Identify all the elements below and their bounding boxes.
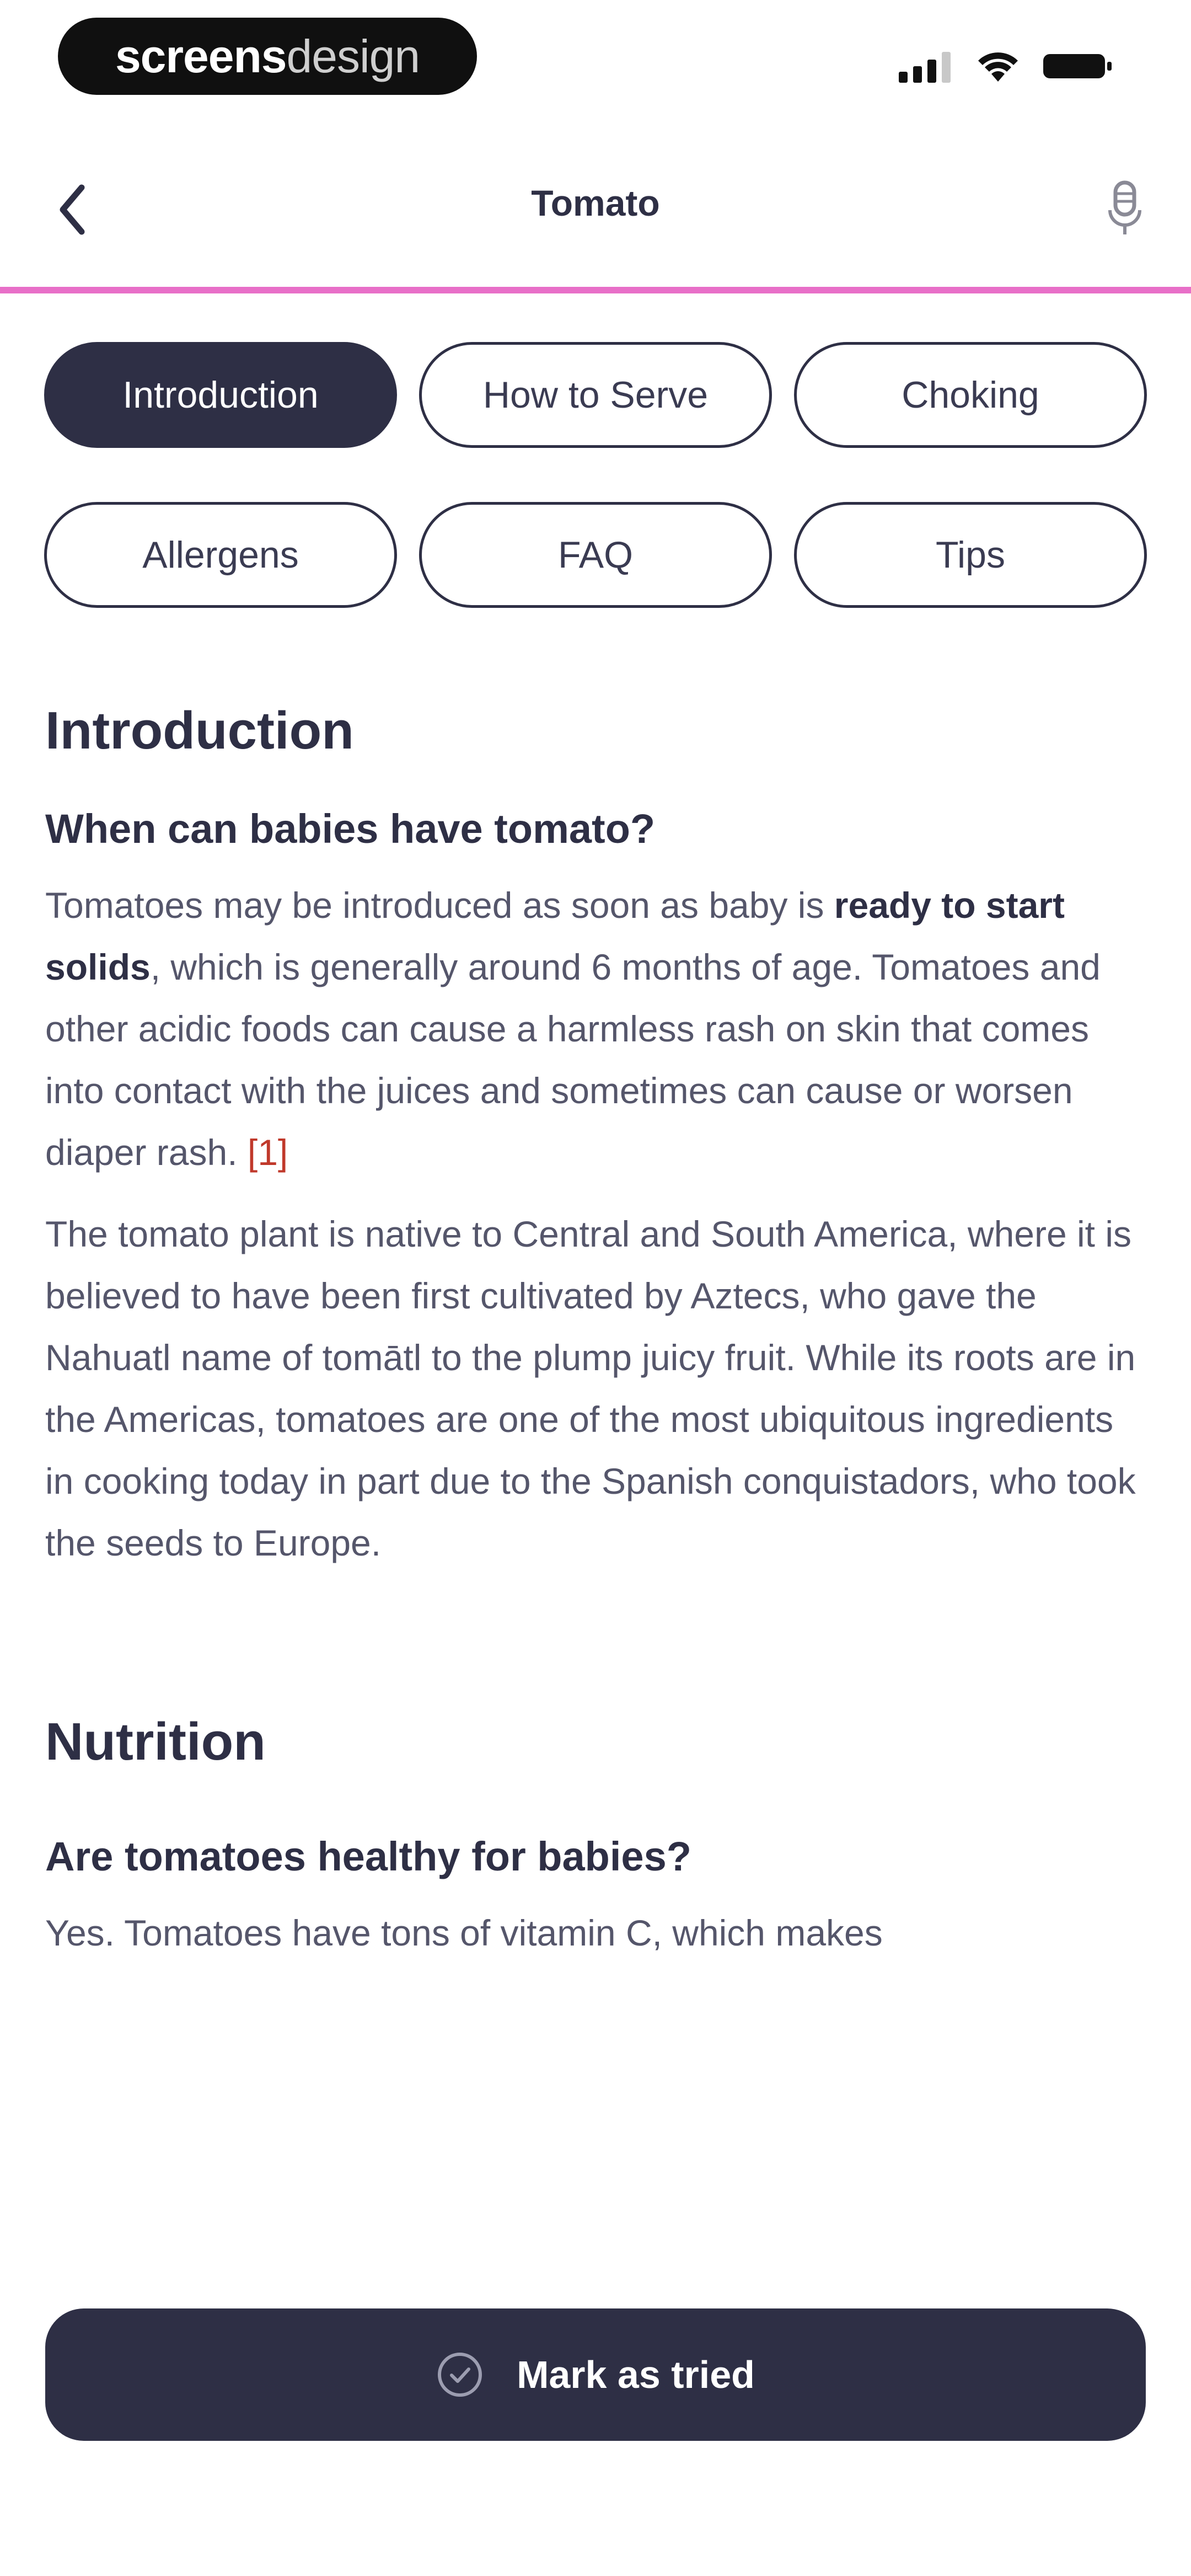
accent-divider xyxy=(0,287,1191,293)
check-circle-icon xyxy=(438,2353,482,2397)
tab-choking[interactable]: Choking xyxy=(794,342,1147,448)
status-icons xyxy=(899,50,1114,83)
tab-tips[interactable]: Tips xyxy=(794,502,1147,608)
microphone-button[interactable] xyxy=(1092,177,1158,243)
introduction-question: When can babies have tomato? xyxy=(45,806,656,852)
content-fade-overlay xyxy=(0,2135,1191,2223)
introduction-paragraph-1: Tomatoes may be introduced as soon as ba… xyxy=(45,874,1148,1183)
mark-as-tried-label: Mark as tried xyxy=(517,2353,755,2396)
mark-as-tried-button[interactable]: Mark as tried xyxy=(45,2308,1146,2441)
cellular-signal-icon xyxy=(899,52,951,83)
microphone-icon xyxy=(1108,180,1141,234)
introduction-paragraph-2: The tomato plant is native to Central an… xyxy=(45,1214,1136,1563)
tab-allergens[interactable]: Allergens xyxy=(44,502,397,608)
watermark-bold: screens xyxy=(115,30,287,82)
navigation-bar: Tomato xyxy=(0,127,1191,287)
article-content[interactable]: Introduction When can babies have tomato… xyxy=(45,701,1148,2223)
tab-introduction[interactable]: Introduction xyxy=(44,342,397,448)
nutrition-heading: Nutrition xyxy=(45,1712,266,1771)
battery-icon xyxy=(1043,54,1112,78)
nutrition-question: Are tomatoes healthy for babies? xyxy=(45,1834,691,1879)
intro-p1-text-b: , which is generally around 6 months of … xyxy=(45,947,1101,1173)
nutrition-paragraph-1: Yes. Tomatoes have tons of vitamin C, wh… xyxy=(45,1912,883,1953)
screensdesign-watermark: screens design xyxy=(58,18,477,95)
tab-how-to-serve[interactable]: How to Serve xyxy=(419,342,772,448)
tab-faq[interactable]: FAQ xyxy=(419,502,772,608)
citation-link[interactable]: [1] xyxy=(248,1132,288,1173)
page-title: Tomato xyxy=(531,183,660,223)
section-tabs: Introduction How to Serve Choking Allerg… xyxy=(44,342,1147,608)
watermark-light: design xyxy=(286,30,421,82)
intro-p1-text-a: Tomatoes may be introduced as soon as ba… xyxy=(45,885,834,926)
wifi-icon xyxy=(978,52,1018,82)
status-bar: screens design xyxy=(0,0,1191,127)
introduction-heading: Introduction xyxy=(45,701,354,760)
